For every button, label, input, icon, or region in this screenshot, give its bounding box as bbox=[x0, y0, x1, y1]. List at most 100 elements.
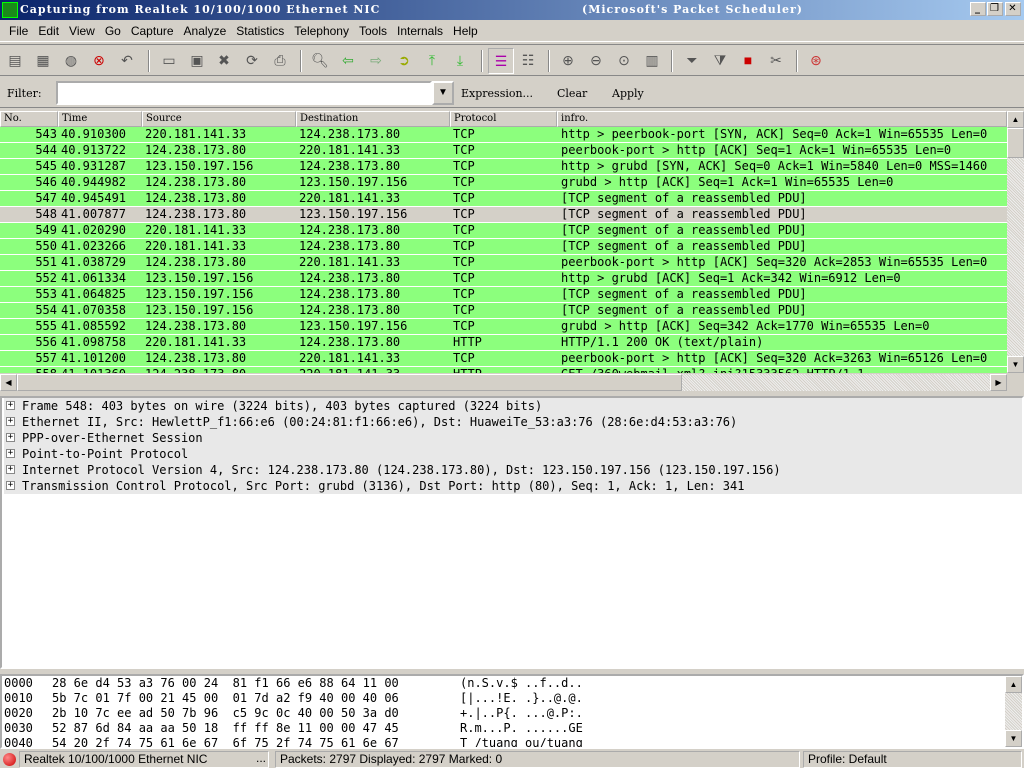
status-more-button[interactable]: ... bbox=[252, 751, 272, 768]
reload-icon[interactable]: ⟳ bbox=[243, 51, 261, 69]
menu-tools[interactable]: Tools bbox=[354, 21, 392, 41]
status-profile[interactable]: Profile: Default bbox=[803, 751, 1022, 768]
horizontal-scroll-thumb[interactable] bbox=[17, 374, 682, 391]
detail-tree-item[interactable]: + Frame 548: 403 bytes on wire (3224 bits… bbox=[4, 398, 1022, 414]
column-header-destination[interactable]: Destination bbox=[296, 111, 450, 127]
packet-row[interactable]: 557 41.101200 124.238.173.80 220.181.141.33… bbox=[0, 351, 1007, 367]
packet-list[interactable]: No. Time Source Destination Protocol inf… bbox=[0, 111, 1007, 373]
packet-row[interactable]: 546 40.944982 124.238.173.80 123.150.197.15… bbox=[0, 175, 1007, 191]
restart-capture-icon[interactable]: ↶ bbox=[118, 51, 136, 69]
packet-row[interactable]: 549 41.020290 220.181.141.33 124.238.173.80… bbox=[0, 223, 1007, 239]
bytes-scrollbar[interactable]: ▲ ▼ bbox=[1005, 676, 1022, 747]
column-header-protocol[interactable]: Protocol bbox=[450, 111, 557, 127]
zoom-normal-icon[interactable]: ⊙ bbox=[615, 51, 633, 69]
menu-help[interactable]: Help bbox=[448, 21, 483, 41]
detail-tree-item[interactable]: + Internet Protocol Version 4, Src: 124.2… bbox=[4, 462, 1022, 478]
last-packet-icon[interactable]: ⤓ bbox=[451, 51, 469, 69]
expand-icon[interactable]: + bbox=[6, 481, 15, 490]
packet-row[interactable]: 553 41.064825 123.150.197.156 124.238.173.8… bbox=[0, 287, 1007, 303]
packet-row[interactable]: 555 41.085592 124.238.173.80 123.150.197.15… bbox=[0, 319, 1007, 335]
interfaces-icon[interactable]: ▤ bbox=[6, 51, 24, 69]
find-packet-icon[interactable]: 🔍︎ bbox=[311, 51, 329, 69]
apply-button[interactable]: Apply bbox=[612, 87, 644, 100]
expand-icon[interactable]: + bbox=[6, 401, 15, 410]
go-back-icon[interactable]: ⇦ bbox=[339, 51, 357, 69]
hex-ascii[interactable]: [|...!E. .}..@.@. bbox=[460, 691, 583, 706]
expand-icon[interactable]: + bbox=[6, 449, 15, 458]
packet-row[interactable]: 558 41.101360 124.238.173.80 220.181.141.33… bbox=[0, 367, 1007, 373]
packet-row[interactable]: 556 41.098758 220.181.141.33 124.238.173.80… bbox=[0, 335, 1007, 351]
hex-ascii[interactable]: +.|..P{. ...@.P:. bbox=[460, 706, 583, 721]
filter-dropdown-button[interactable]: ▼ bbox=[432, 81, 454, 105]
column-header-time[interactable]: Time bbox=[58, 111, 142, 127]
bytes-scroll-down-button[interactable]: ▼ bbox=[1005, 730, 1022, 747]
capture-filters-icon[interactable]: ⏷ bbox=[683, 51, 701, 69]
zoom-out-icon[interactable]: ⊖ bbox=[587, 51, 605, 69]
scroll-down-button[interactable]: ▼ bbox=[1007, 356, 1024, 373]
hex-ascii[interactable]: R.m...P. ......GE bbox=[460, 721, 583, 736]
capture-status-icon[interactable] bbox=[3, 753, 16, 766]
restore-button[interactable]: ❐ bbox=[987, 2, 1003, 16]
expand-icon[interactable]: + bbox=[6, 433, 15, 442]
packet-row[interactable]: 545 40.931287 123.150.197.156 124.238.173.8… bbox=[0, 159, 1007, 175]
expand-icon[interactable]: + bbox=[6, 417, 15, 426]
go-forward-icon[interactable]: ⇨ bbox=[367, 51, 385, 69]
minimize-button[interactable]: _ bbox=[970, 2, 986, 16]
capture-options-icon[interactable]: ▦ bbox=[34, 51, 52, 69]
detail-tree-item[interactable]: + Ethernet II, Src: HewlettP_f1:66:e6 (00… bbox=[4, 414, 1022, 430]
hex-bytes[interactable]: 52 87 6d 84 aa aa 50 18 ff ff 8e 11 00 0… bbox=[52, 721, 399, 736]
packet-row[interactable]: 554 41.070358 123.150.197.156 124.238.173.8… bbox=[0, 303, 1007, 319]
menu-telephony[interactable]: Telephony bbox=[289, 21, 354, 41]
scroll-left-button[interactable]: ◀ bbox=[0, 374, 17, 391]
menu-internals[interactable]: Internals bbox=[392, 21, 448, 41]
auto-scroll-icon[interactable]: ☷ bbox=[519, 51, 537, 69]
resize-columns-icon[interactable]: ▥ bbox=[643, 51, 661, 69]
packet-row[interactable]: 544 40.913722 124.238.173.80 220.181.141.33… bbox=[0, 143, 1007, 159]
start-capture-icon[interactable]: ◍ bbox=[62, 51, 80, 69]
menu-capture[interactable]: Capture bbox=[126, 21, 179, 41]
colorize-icon[interactable]: ☰ bbox=[488, 48, 514, 74]
hex-bytes[interactable]: 2b 10 7c ee ad 50 7b 96 c5 9c 0c 40 00 5… bbox=[52, 706, 399, 721]
display-filters-icon[interactable]: ⧩ bbox=[711, 51, 729, 69]
detail-tree-item[interactable]: + Point-to-Point Protocol bbox=[4, 446, 1022, 462]
save-file-icon[interactable]: ▣ bbox=[188, 51, 206, 69]
menu-statistics[interactable]: Statistics bbox=[231, 21, 289, 41]
packet-row[interactable]: 543 40.910300 220.181.141.33 124.238.173.80… bbox=[0, 127, 1007, 143]
packet-list-vertical-scrollbar[interactable]: ▲ ▼ bbox=[1007, 111, 1024, 373]
menu-analyze[interactable]: Analyze bbox=[179, 21, 232, 41]
expression-button[interactable]: Expression... bbox=[461, 87, 533, 100]
preferences-icon[interactable]: ✂ bbox=[767, 51, 785, 69]
hex-bytes[interactable]: 5b 7c 01 7f 00 21 45 00 01 7d a2 f9 40 0… bbox=[52, 691, 399, 706]
scroll-right-button[interactable]: ▶ bbox=[990, 374, 1007, 391]
hex-ascii[interactable]: T /tuang ou/tuang bbox=[460, 736, 583, 747]
packet-row[interactable]: 551 41.038729 124.238.173.80 220.181.141.33… bbox=[0, 255, 1007, 271]
scroll-up-button[interactable]: ▲ bbox=[1007, 111, 1024, 128]
packet-row[interactable]: 550 41.023266 220.181.141.33 124.238.173.80… bbox=[0, 239, 1007, 255]
hex-bytes[interactable]: 28 6e d4 53 a3 76 00 24 81 f1 66 e6 88 6… bbox=[52, 676, 399, 691]
packet-row[interactable]: 548 41.007877 124.238.173.80 123.150.197.15… bbox=[0, 207, 1007, 223]
help-icon[interactable]: ⊛ bbox=[807, 51, 825, 69]
column-header-source[interactable]: Source bbox=[142, 111, 296, 127]
hex-bytes[interactable]: 54 20 2f 74 75 61 6e 67 6f 75 2f 74 75 6… bbox=[52, 736, 399, 747]
print-icon[interactable]: ⎙ bbox=[271, 51, 289, 69]
go-to-packet-icon[interactable]: ➲ bbox=[395, 51, 413, 69]
stop-capture-icon[interactable]: ⊗ bbox=[90, 51, 108, 69]
coloring-rules-icon[interactable]: ■ bbox=[739, 51, 757, 69]
detail-tree-item[interactable]: + PPP-over-Ethernet Session bbox=[4, 430, 1022, 446]
bytes-scroll-up-button[interactable]: ▲ bbox=[1005, 676, 1022, 693]
hex-ascii[interactable]: (n.S.v.$ ..f..d.. bbox=[460, 676, 583, 691]
open-file-icon[interactable]: ▭ bbox=[160, 51, 178, 69]
first-packet-icon[interactable]: ⤒ bbox=[423, 51, 441, 69]
filter-input[interactable] bbox=[56, 81, 432, 105]
packet-row[interactable]: 547 40.945491 124.238.173.80 220.181.141.33… bbox=[0, 191, 1007, 207]
menu-edit[interactable]: Edit bbox=[33, 21, 64, 41]
clear-button[interactable]: Clear bbox=[557, 87, 587, 100]
menu-view[interactable]: View bbox=[64, 21, 100, 41]
packet-row[interactable]: 552 41.061334 123.150.197.156 124.238.173.8… bbox=[0, 271, 1007, 287]
expand-icon[interactable]: + bbox=[6, 465, 15, 474]
detail-tree-item[interactable]: + Transmission Control Protocol, Src Port… bbox=[4, 478, 1022, 494]
column-header-info[interactable]: infro. bbox=[557, 111, 1007, 127]
close-button[interactable]: ✕ bbox=[1005, 2, 1021, 16]
packet-list-horizontal-scrollbar[interactable]: ◀ ▶ bbox=[0, 374, 1007, 391]
scroll-thumb[interactable] bbox=[1007, 128, 1024, 158]
